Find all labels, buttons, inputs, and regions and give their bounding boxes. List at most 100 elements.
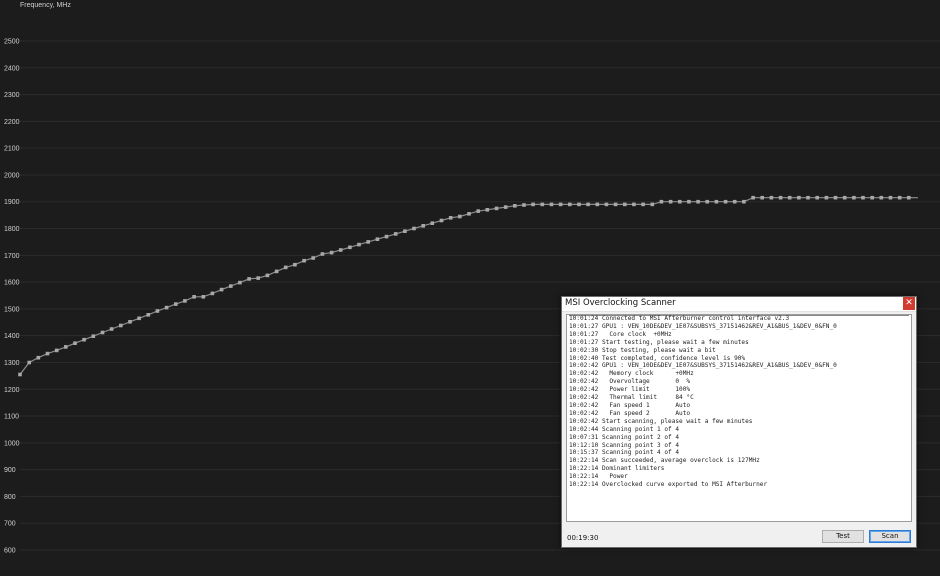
curve-point[interactable]: [659, 199, 664, 204]
curve-point[interactable]: [155, 309, 160, 313]
curve-point[interactable]: [128, 320, 132, 324]
curve-point[interactable]: [430, 221, 435, 225]
curve-point[interactable]: [568, 202, 572, 207]
dialog-titlebar[interactable]: MSI Overclocking Scanner ✕: [562, 297, 916, 312]
curve-point[interactable]: [650, 202, 655, 207]
curve-point[interactable]: [458, 214, 462, 219]
curve-point[interactable]: [485, 208, 490, 212]
curve-point[interactable]: [797, 195, 801, 200]
curve-point[interactable]: [503, 205, 508, 209]
curve-point[interactable]: [412, 226, 416, 231]
curve-point[interactable]: [439, 218, 444, 223]
curve-point[interactable]: [513, 204, 517, 208]
curve-point[interactable]: [91, 334, 96, 338]
curve-point[interactable]: [54, 348, 59, 353]
curve-point[interactable]: [705, 199, 709, 204]
curve-point[interactable]: [274, 269, 279, 274]
curve-point[interactable]: [714, 199, 719, 204]
scan-log[interactable]: 10:01:24 Connected to MSI Afterburner co…: [566, 314, 912, 522]
curve-point[interactable]: [732, 199, 737, 204]
curve-point[interactable]: [146, 313, 151, 317]
curve-point[interactable]: [641, 202, 645, 207]
curve-point[interactable]: [604, 202, 609, 207]
curve-point[interactable]: [219, 287, 224, 292]
curve-point[interactable]: [678, 199, 682, 204]
curve-point[interactable]: [64, 345, 68, 349]
curve-point[interactable]: [283, 265, 288, 270]
curve-point[interactable]: [366, 240, 370, 244]
curve-point[interactable]: [577, 202, 581, 207]
curve-point[interactable]: [787, 195, 792, 200]
curve-point[interactable]: [448, 216, 453, 220]
curve-point[interactable]: [119, 323, 123, 328]
curve-point[interactable]: [613, 202, 618, 207]
curve-point[interactable]: [522, 203, 526, 207]
curve-point[interactable]: [403, 229, 407, 233]
curve-point[interactable]: [302, 258, 306, 263]
curve-point[interactable]: [320, 252, 325, 256]
curve-point[interactable]: [824, 195, 829, 200]
curve-point[interactable]: [806, 195, 810, 200]
curve-point[interactable]: [238, 280, 242, 285]
curve-point[interactable]: [907, 195, 911, 200]
curve-point[interactable]: [861, 195, 865, 200]
curve-point[interactable]: [595, 202, 600, 207]
close-button[interactable]: ✕: [903, 297, 915, 310]
curve-point[interactable]: [751, 195, 755, 200]
curve-point[interactable]: [27, 360, 31, 365]
curve-point[interactable]: [742, 199, 746, 204]
curve-point[interactable]: [183, 299, 187, 303]
curve-point[interactable]: [375, 237, 380, 241]
curve-point[interactable]: [586, 202, 590, 207]
curve-point[interactable]: [760, 195, 764, 200]
curve-point[interactable]: [778, 195, 783, 200]
curve-point[interactable]: [421, 224, 425, 228]
curve-point[interactable]: [174, 302, 178, 306]
curve-point[interactable]: [467, 212, 471, 216]
curve-point[interactable]: [476, 209, 480, 213]
curve-point[interactable]: [164, 305, 169, 310]
curve-point[interactable]: [815, 195, 819, 200]
curve-point[interactable]: [73, 341, 77, 345]
curve-point[interactable]: [192, 295, 196, 299]
curve-point[interactable]: [879, 195, 884, 200]
curve-point[interactable]: [100, 330, 105, 335]
curve-point[interactable]: [870, 195, 874, 200]
curve-point[interactable]: [36, 355, 41, 360]
curve-point[interactable]: [137, 316, 141, 321]
curve-point[interactable]: [558, 202, 563, 207]
curve-point[interactable]: [247, 277, 251, 281]
curve-point[interactable]: [338, 248, 343, 252]
curve-point[interactable]: [842, 195, 847, 200]
curve-point[interactable]: [494, 206, 499, 211]
curve-point[interactable]: [229, 284, 233, 288]
curve-point[interactable]: [256, 276, 260, 280]
curve-point[interactable]: [852, 195, 856, 200]
curve-point[interactable]: [531, 202, 535, 207]
curve-point[interactable]: [293, 262, 297, 267]
curve-point[interactable]: [897, 195, 902, 200]
curve-point[interactable]: [687, 199, 691, 204]
curve-point[interactable]: [632, 202, 636, 207]
curve-point[interactable]: [82, 337, 86, 342]
curve-point[interactable]: [769, 195, 774, 200]
test-button[interactable]: Test: [822, 530, 864, 543]
curve-point[interactable]: [18, 372, 22, 377]
curve-point[interactable]: [668, 199, 673, 204]
curve-point[interactable]: [833, 195, 838, 200]
curve-point[interactable]: [329, 250, 334, 255]
curve-point[interactable]: [311, 256, 315, 260]
curve-point[interactable]: [540, 202, 545, 207]
curve-point[interactable]: [357, 242, 361, 247]
curve-point[interactable]: [549, 202, 554, 207]
curve-point[interactable]: [265, 273, 270, 278]
curve-point[interactable]: [201, 295, 206, 299]
curve-point[interactable]: [384, 234, 389, 239]
curve-point[interactable]: [723, 199, 728, 204]
curve-point[interactable]: [109, 327, 114, 331]
curve-point[interactable]: [393, 232, 398, 236]
scan-button[interactable]: Scan: [869, 530, 911, 543]
curve-point[interactable]: [348, 245, 352, 250]
curve-point[interactable]: [210, 291, 215, 296]
curve-point[interactable]: [696, 199, 700, 204]
